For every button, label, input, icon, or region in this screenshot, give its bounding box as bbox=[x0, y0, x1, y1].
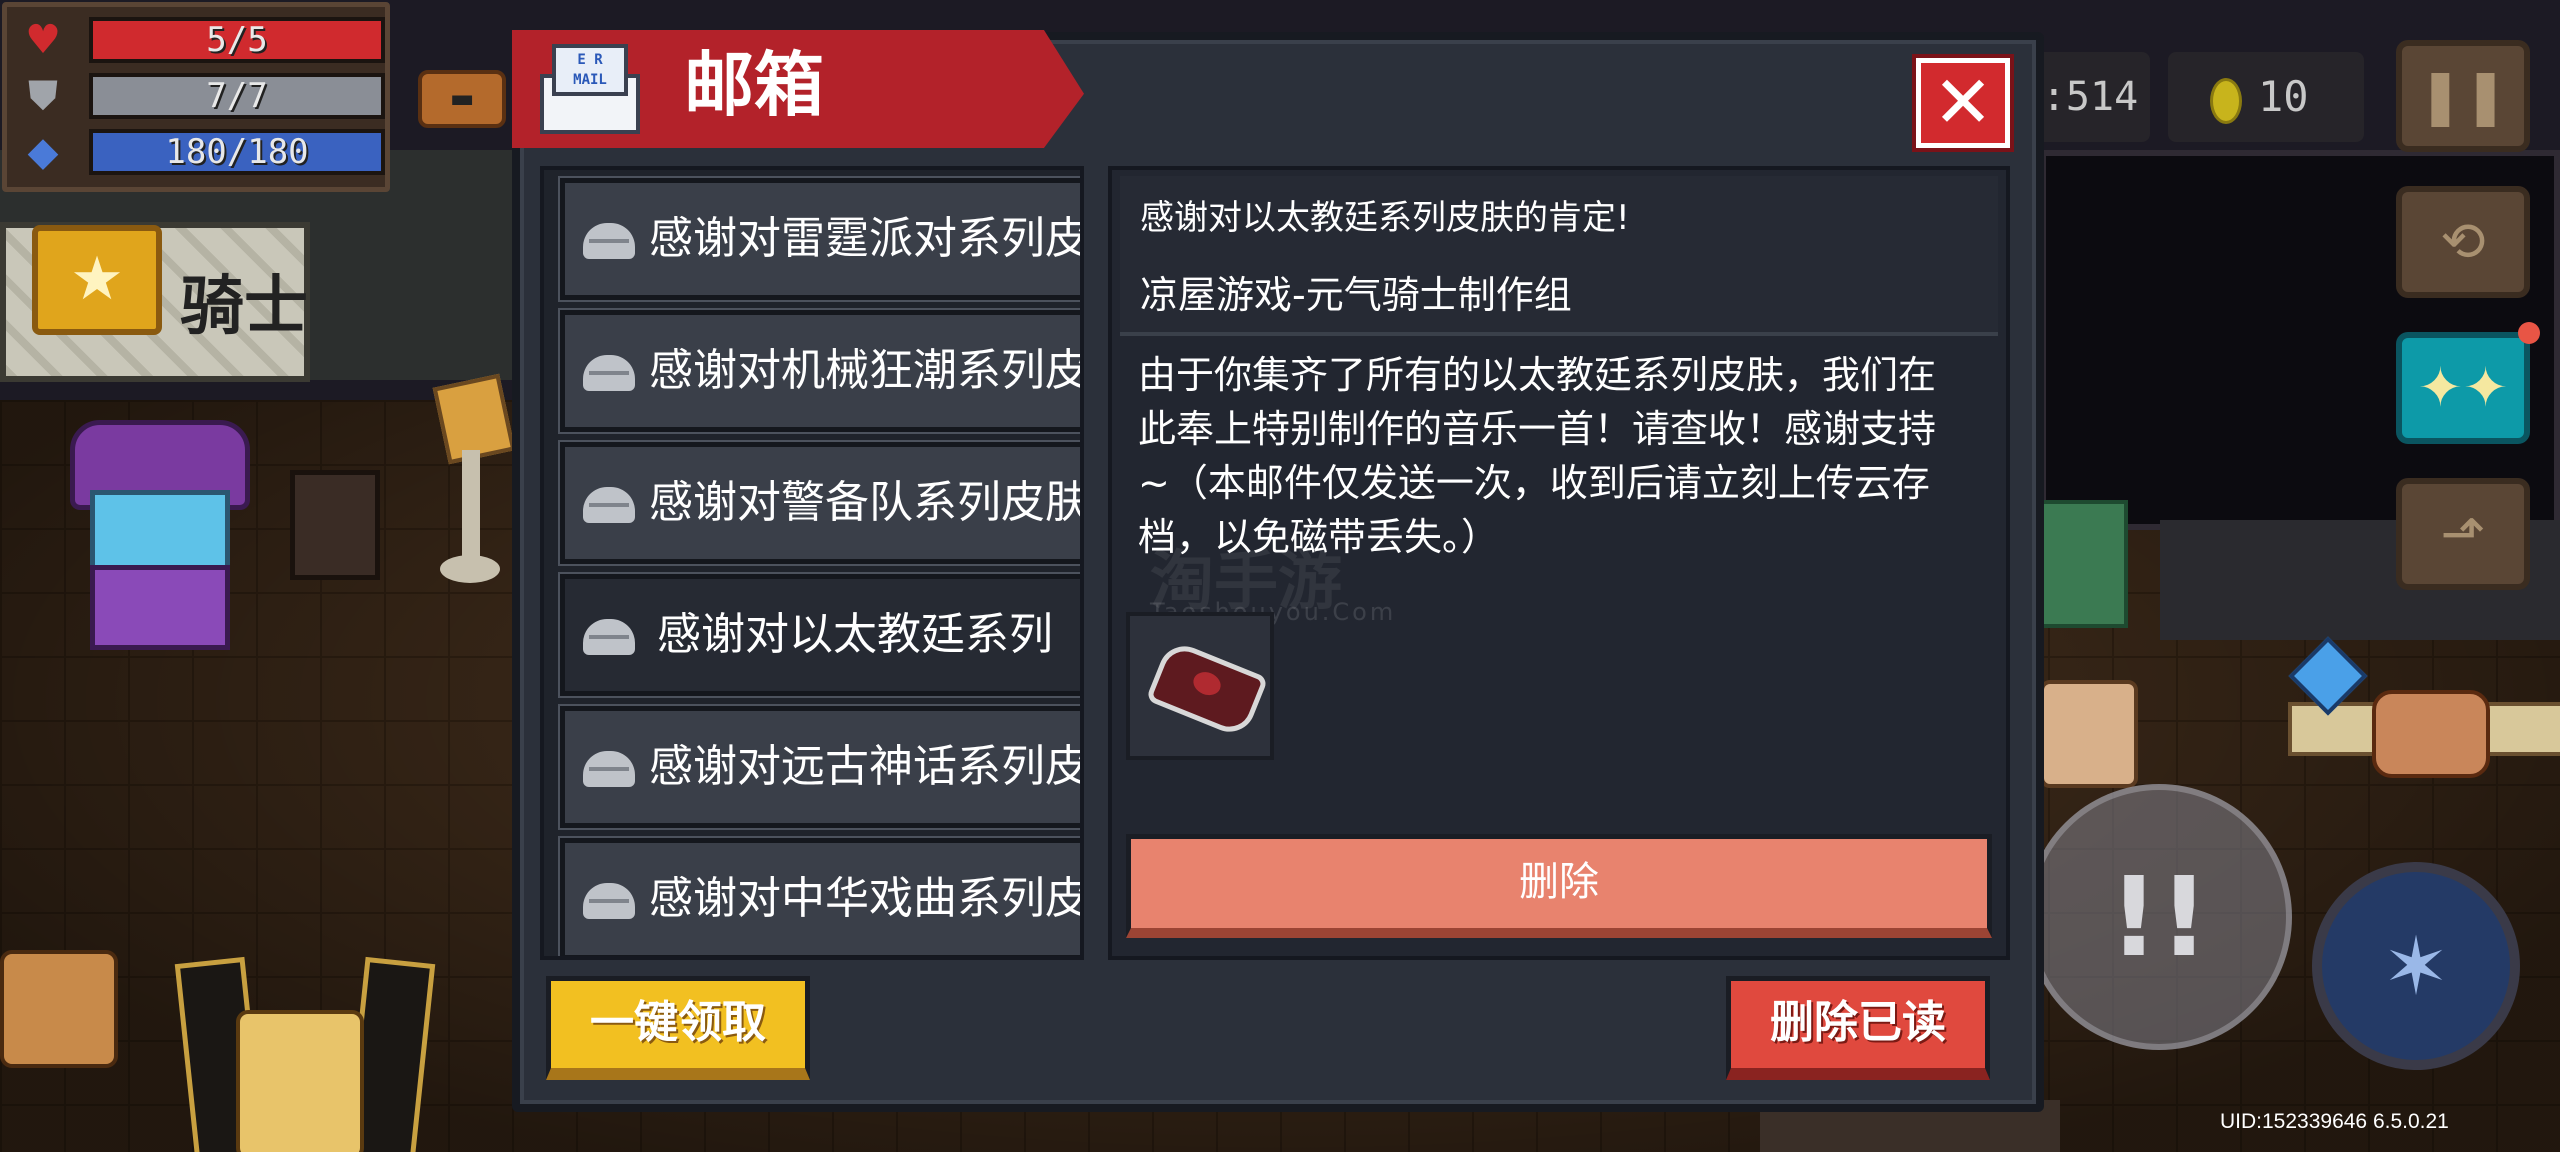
claim-all-button[interactable]: 一键领取 bbox=[546, 976, 810, 1080]
armor-bar: 7/7 bbox=[89, 73, 385, 119]
chest bbox=[290, 470, 380, 580]
mail-title: 感谢对远古神话系列皮 bbox=[649, 741, 1084, 792]
energy-icon: ◆ bbox=[27, 129, 59, 175]
npc-character bbox=[2040, 680, 2138, 788]
mail-icon bbox=[583, 751, 635, 787]
mail-list[interactable]: 感谢对雷霆派对系列皮 感谢对机械狂潮系列皮 感谢对警备队系列皮肤 感谢对以太教廷… bbox=[540, 166, 1084, 960]
sign-text: 骑士 bbox=[180, 270, 308, 344]
mail-icon bbox=[583, 223, 635, 259]
uid-label: UID:152339646 6.5.0.21 bbox=[2220, 1110, 2449, 1133]
mail-icon bbox=[583, 355, 635, 391]
weapon-label bbox=[2480, 702, 2560, 756]
mail-icon: E R MAIL bbox=[540, 40, 644, 136]
mail-list-item[interactable]: 感谢对中华戏曲系列皮 bbox=[558, 836, 1084, 956]
attack-button[interactable]: ✶ bbox=[2312, 862, 2520, 1070]
mail-title: 感谢对以太教廷系列 bbox=[657, 609, 1053, 660]
mail-sender: 凉屋游戏-元气骑士制作组 bbox=[1140, 273, 1572, 317]
mail-list-item[interactable]: 感谢对远古神话系列皮 bbox=[558, 704, 1084, 830]
gacha-machine bbox=[70, 400, 250, 650]
attachment-slot[interactable] bbox=[1126, 612, 1274, 760]
mail-icon-text: E R MAIL bbox=[552, 44, 628, 96]
mail-list-item[interactable]: 感谢对警备队系列皮肤 bbox=[558, 440, 1084, 566]
mail-icon bbox=[583, 487, 635, 523]
game-icon[interactable]: ✦✦ bbox=[2396, 332, 2530, 444]
mail-icon bbox=[583, 619, 635, 655]
mail-subject: 感谢对以太教廷系列皮肤的肯定! bbox=[1140, 198, 1630, 238]
exit-icon[interactable]: ⬏ bbox=[2396, 478, 2530, 590]
player-stats: ♥ 5/5 ⛊ 7/7 ◆ 180/180 bbox=[2, 2, 390, 192]
dialog-title: 邮箱 bbox=[684, 44, 824, 126]
npc-character bbox=[0, 950, 118, 1068]
mail-icon bbox=[583, 883, 635, 919]
star-icon: ★ bbox=[32, 225, 162, 335]
coin-counter: 10 bbox=[2168, 52, 2364, 142]
board bbox=[2040, 500, 2128, 628]
energy-row: ◆ 180/180 bbox=[17, 129, 387, 175]
mail-title: 感谢对机械狂潮系列皮 bbox=[649, 345, 1084, 396]
energy-bar: 180/180 bbox=[89, 129, 385, 175]
notification-dot bbox=[2518, 322, 2540, 344]
pause-button[interactable]: ❚❚ bbox=[2396, 40, 2530, 152]
mail-title: 感谢对警备队系列皮肤 bbox=[649, 477, 1084, 528]
mail-title: 感谢对中华戏曲系列皮 bbox=[649, 873, 1084, 924]
mail-list-item[interactable]: 感谢对机械狂潮系列皮 bbox=[558, 308, 1084, 434]
coin-count: 10 bbox=[2258, 72, 2309, 121]
health-row: ♥ 5/5 bbox=[17, 17, 387, 63]
skill-button[interactable]: !! bbox=[2026, 784, 2292, 1050]
radio-icon[interactable]: ▬ bbox=[418, 70, 506, 128]
health-bar: 5/5 bbox=[89, 17, 385, 63]
stand bbox=[432, 373, 516, 590]
armor-row: ⛊ 7/7 bbox=[17, 73, 387, 119]
mail-title: 感谢对雷霆派对系列皮 bbox=[649, 213, 1084, 264]
fist-weapon-icon[interactable] bbox=[2372, 690, 2490, 778]
gem-count: :514 bbox=[2030, 52, 2150, 142]
mail-list-item[interactable]: 感谢对雷霆派对系列皮 bbox=[558, 176, 1084, 302]
delete-button[interactable]: 删除 bbox=[1126, 834, 1992, 938]
delete-read-button[interactable]: 删除已读 bbox=[1726, 976, 1990, 1080]
switch-icon[interactable]: ⟲ bbox=[2396, 186, 2530, 298]
mail-list-item-selected[interactable]: 感谢对以太教廷系列 bbox=[558, 572, 1080, 698]
shield-icon: ⛊ bbox=[28, 73, 58, 119]
close-button[interactable]: ✕ bbox=[1912, 54, 2014, 152]
npc-character bbox=[236, 1010, 364, 1152]
cassette-tape-icon bbox=[1145, 638, 1269, 740]
coin-icon bbox=[2210, 78, 2242, 124]
heart-icon: ♥ bbox=[25, 17, 61, 63]
